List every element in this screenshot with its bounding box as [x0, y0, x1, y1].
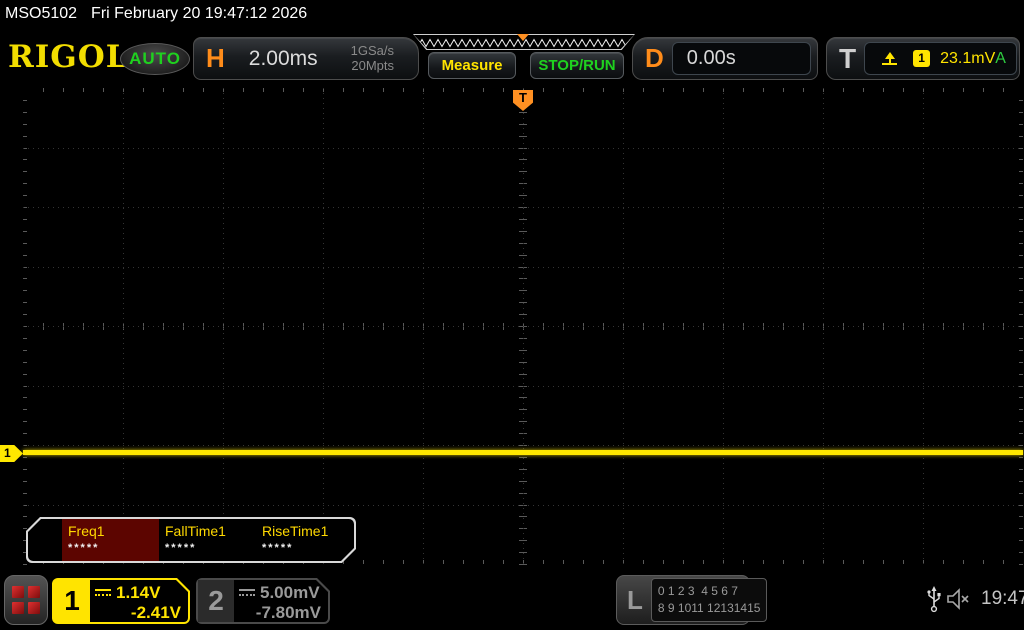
channel1-ground-marker[interactable]: 1: [0, 445, 23, 462]
channel2-scale: 5.00mV: [260, 583, 320, 602]
trigger-level-value: 23.1mV: [940, 49, 996, 67]
measurement-item-freq1[interactable]: Freq1 *****: [62, 519, 159, 561]
channel1-inner: 1 1.14V -2.41V: [54, 580, 188, 622]
datetime: Fri February 20 19:47:12 2026: [91, 5, 308, 22]
horizontal-label: H: [206, 43, 225, 73]
channel2-inner: 2 5.00mV -7.80mV: [198, 580, 328, 622]
channel1-scale: 1.14V: [116, 583, 161, 602]
channel2-number: 2: [198, 580, 234, 622]
usb-icon: [927, 586, 941, 613]
delay-box[interactable]: D 0.00s: [632, 37, 818, 80]
logic-label: L: [627, 584, 643, 615]
horizontal-timebase-box[interactable]: H 2.00ms 1GSa/s 20Mpts: [193, 37, 419, 80]
oscilloscope-screen: MSO5102 Fri February 20 19:47:12 2026 RIG…: [0, 0, 1024, 630]
sample-rate: 1GSa/s: [350, 42, 394, 58]
trigger-source-badge: 1: [913, 50, 931, 67]
measurement-spacer: [28, 519, 62, 561]
timebase-value: 2.00ms: [248, 46, 318, 70]
channel1-status-block[interactable]: 1 1.14V -2.41V: [52, 578, 190, 624]
measurement-panel[interactable]: Freq1 ***** FallTime1 ***** RiseTime1 **…: [26, 517, 356, 563]
channel2-status-block[interactable]: 2 5.00mV -7.80mV: [196, 578, 330, 624]
model-name: MSO5102: [5, 5, 78, 22]
measurement-item-risetime1[interactable]: RiseTime1 *****: [256, 519, 353, 561]
measurement-panel-inner: Freq1 ***** FallTime1 ***** RiseTime1 **…: [28, 519, 354, 561]
measurement-value: *****: [68, 542, 100, 554]
acquisition-rates: 1GSa/s 20Mpts: [350, 42, 394, 74]
stop-run-button[interactable]: STOP/RUN: [530, 52, 624, 79]
logic-channel-list: 0 1 2 3 4 5 6 7 8 9 1011 12131415: [650, 577, 768, 623]
dc-coupling-icon: [239, 589, 255, 598]
memory-preview-bar[interactable]: [413, 34, 635, 50]
trigger-status-badge: AUTO: [120, 43, 190, 75]
channel1-number: 1: [54, 580, 90, 622]
channel1-trace: [23, 450, 1023, 455]
channel1-values: 1.14V -2.41V: [90, 580, 188, 622]
trigger-label: T: [839, 42, 857, 74]
measurement-value: *****: [262, 542, 294, 554]
memory-depth: 20Mpts: [351, 57, 394, 73]
rigol-logo: RIGOL: [8, 39, 129, 75]
measure-button[interactable]: Measure: [428, 52, 516, 79]
measurement-label: RiseTime1: [262, 523, 329, 539]
clock: 19:47: [981, 588, 1024, 609]
delay-label: D: [645, 43, 664, 73]
channel2-values: 5.00mV -7.80mV: [234, 580, 328, 622]
logic-row-1: 0 1 2 3 4 5 6 7: [657, 583, 738, 598]
rising-edge-trigger-icon: [882, 51, 898, 65]
measurement-label: FallTime1: [165, 523, 226, 539]
grid-menu-icon: [12, 586, 40, 614]
measurement-label: Freq1: [68, 523, 105, 539]
dc-coupling-icon: [95, 589, 111, 598]
status-bar: MSO5102 Fri February 20 19:47:12 2026: [5, 5, 307, 23]
menu-button[interactable]: [4, 575, 48, 625]
channel2-offset: -7.80mV: [255, 603, 321, 622]
trigger-coupling-mode: A: [995, 49, 1006, 67]
measurement-value: *****: [165, 542, 197, 554]
trigger-box[interactable]: T 1 23.1mV A: [826, 37, 1020, 80]
delay-value: 0.00s: [686, 47, 736, 69]
channel1-offset: -2.41V: [130, 603, 181, 622]
logic-channels-block[interactable]: L 0 1 2 3 4 5 6 7 8 9 1011 12131415: [616, 575, 768, 625]
logic-row-2: 8 9 1011 12131415: [657, 601, 761, 615]
trigger-position-marker[interactable]: T: [513, 90, 533, 111]
preview-trigger-position-icon: [517, 34, 529, 41]
speaker-muted-icon: [947, 588, 969, 610]
measurement-item-falltime1[interactable]: FallTime1 *****: [159, 519, 256, 561]
graticule: T: [23, 88, 1023, 565]
